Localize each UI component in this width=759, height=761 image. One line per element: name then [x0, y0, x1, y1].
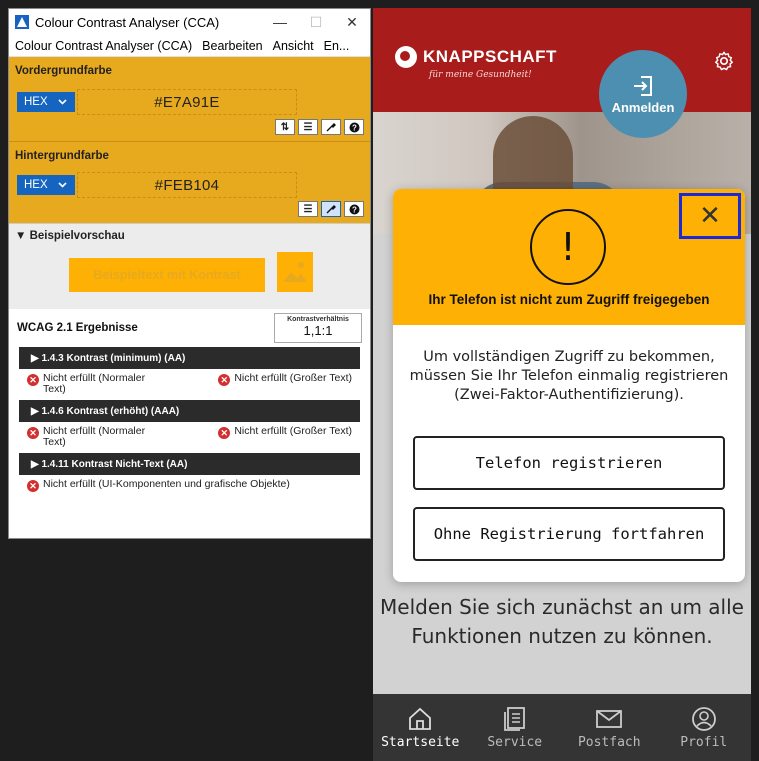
sliders-icon[interactable]: ☰	[298, 119, 318, 135]
svg-text:?: ?	[352, 123, 357, 132]
background-heading: Hintergrundfarbe	[15, 150, 109, 162]
cca-menubar: Colour Contrast Analyser (CCA) Bearbeite…	[9, 35, 370, 57]
preview-section: ▼ Beispielvorschau Beispieltext mit Kont…	[9, 223, 370, 309]
document-icon	[503, 706, 525, 731]
knappschaft-logo: KNAPPSCHAFT	[395, 46, 557, 68]
gear-icon[interactable]	[713, 50, 735, 72]
contrast-ratio-label: Kontrastverhältnis	[287, 316, 349, 323]
nav-postfach[interactable]: Postfach	[569, 706, 649, 750]
criterion-1-4-11[interactable]: ▶ 1.4.11 Kontrast Nicht-Text (AA)	[19, 453, 360, 475]
sample-text-preview: Beispieltext mit Kontrast	[69, 258, 265, 292]
criterion-1-4-3-results: ✕ Nicht erfüllt (Normaler Text) ✕ Nicht er…	[17, 369, 362, 400]
fail-icon: ✕	[27, 480, 39, 492]
bottom-nav: Startseite Service Postfach Profil	[373, 694, 751, 761]
menu-item-more[interactable]: En...	[324, 39, 350, 53]
minimize-button[interactable]: —	[262, 14, 298, 30]
continue-without-registration-button[interactable]: Ohne Registrierung fortfahren	[413, 507, 725, 561]
login-button[interactable]: Anmelden	[599, 50, 687, 138]
foreground-hex-input[interactable]: #E7A91E	[77, 89, 297, 115]
chevron-down-icon	[58, 182, 67, 188]
svg-text:?: ?	[352, 205, 357, 214]
nav-label-startseite: Startseite	[381, 734, 460, 750]
background-format-select[interactable]: HEX	[17, 175, 75, 195]
home-icon	[409, 707, 432, 730]
cca-window: Colour Contrast Analyser (CCA) — ☐ ✕ Col…	[8, 8, 371, 539]
foreground-panel: Vordergrundfarbe HEX #E7A91E ⇅ ☰ ?	[9, 57, 370, 141]
menu-item-bearbeiten[interactable]: Bearbeiten	[202, 39, 262, 53]
app-header: KNAPPSCHAFT für meine Gesundheit!	[373, 8, 751, 112]
maximize-button[interactable]: ☐	[298, 14, 334, 31]
warning-icon: !	[530, 209, 606, 285]
result-ui-components: Nicht erfüllt (UI-Komponenten und grafis…	[43, 478, 290, 490]
help-icon[interactable]: ?	[344, 201, 364, 217]
login-icon	[634, 75, 652, 96]
preview-toggle[interactable]: ▼ Beispielvorschau	[9, 224, 370, 248]
nav-label-postfach: Postfach	[577, 734, 641, 750]
register-phone-button[interactable]: Telefon registrieren	[413, 436, 725, 490]
dialog-title: Ihr Telefon ist nicht zum Zugriff freige…	[428, 292, 710, 307]
fail-icon: ✕	[218, 427, 231, 439]
login-label: Anmelden	[611, 99, 675, 115]
mail-icon	[596, 709, 623, 728]
nav-service[interactable]: Service	[475, 706, 555, 750]
foreground-heading: Vordergrundfarbe	[15, 65, 112, 77]
cca-app-icon	[15, 15, 29, 29]
logo-mark-icon	[395, 46, 417, 68]
contrast-ratio-value: 1,1:1	[303, 323, 333, 338]
criterion-1-4-11-results: ✕ Nicht erfüllt (UI-Komponenten und grafi…	[17, 475, 362, 497]
background-hex-input[interactable]: #FEB104	[77, 172, 297, 198]
menu-item-app[interactable]: Colour Contrast Analyser (CCA)	[15, 39, 192, 53]
foreground-format-label: HEX	[24, 96, 48, 108]
dialog-close-button[interactable]: ✕	[679, 193, 741, 239]
criterion-1-4-6[interactable]: ▶ 1.4.6 Kontrast (erhöht) (AAA)	[19, 400, 360, 422]
eyedropper-icon[interactable]	[321, 201, 341, 217]
image-icon	[283, 262, 307, 282]
contrast-ratio-box: Kontrastverhältnis 1,1:1	[274, 313, 362, 343]
result-large-text: Nicht erfüllt (Großer Text)	[234, 425, 352, 437]
eyedropper-icon[interactable]	[321, 119, 341, 135]
chevron-down-icon	[58, 99, 67, 105]
phone-app: KNAPPSCHAFT für meine Gesundheit! Anmeld…	[373, 8, 751, 761]
fail-icon: ✕	[27, 374, 39, 386]
results-section: WCAG 2.1 Ergebnisse Kontrastverhältnis 1…	[9, 309, 370, 497]
sliders-icon[interactable]: ☰	[298, 201, 318, 217]
result-large-text: Nicht erfüllt (Großer Text)	[234, 372, 352, 384]
results-title: WCAG 2.1 Ergebnisse	[17, 322, 138, 334]
menu-item-ansicht[interactable]: Ansicht	[273, 39, 314, 53]
cca-window-title: Colour Contrast Analyser (CCA)	[35, 14, 220, 30]
close-window-button[interactable]: ✕	[334, 14, 370, 31]
background-panel: Hintergrundfarbe HEX #FEB104 ☰ ?	[9, 141, 370, 223]
result-normal-text: Nicht erfüllt (Normaler Text)	[43, 372, 146, 395]
nav-startseite[interactable]: Startseite	[380, 706, 460, 750]
sample-image-preview	[277, 252, 313, 292]
foreground-format-select[interactable]: HEX	[17, 92, 75, 112]
dialog-header: ! ✕ Ihr Telefon ist nicht zum Zugriff fr…	[393, 189, 745, 325]
logo-text: KNAPPSCHAFT	[423, 47, 557, 66]
help-icon[interactable]: ?	[344, 119, 364, 135]
login-prompt-text: Melden Sie sich zunächst an um alle Funk…	[380, 595, 744, 648]
swap-colors-icon[interactable]: ⇅	[275, 119, 295, 135]
fail-icon: ✕	[218, 374, 231, 386]
nav-profil[interactable]: Profil	[664, 706, 744, 750]
dialog-message: Um vollständigen Zugriff zu bekommen, mü…	[409, 349, 729, 403]
logo-subtitle: für meine Gesundheit!	[429, 70, 532, 80]
criterion-1-4-6-results: ✕ Nicht erfüllt (Normaler Text) ✕ Nicht er…	[17, 422, 362, 453]
nav-label-service: Service	[487, 734, 543, 750]
profile-icon	[691, 706, 716, 731]
result-normal-text: Nicht erfüllt (Normaler Text)	[43, 425, 146, 448]
background-format-label: HEX	[24, 179, 48, 191]
access-dialog: ! ✕ Ihr Telefon ist nicht zum Zugriff fr…	[393, 189, 745, 582]
fail-icon: ✕	[27, 427, 39, 439]
nav-label-profil: Profil	[680, 734, 728, 750]
criterion-1-4-3[interactable]: ▶ 1.4.3 Kontrast (minimum) (AA)	[19, 347, 360, 369]
cca-titlebar: Colour Contrast Analyser (CCA) — ☐ ✕	[9, 9, 370, 35]
